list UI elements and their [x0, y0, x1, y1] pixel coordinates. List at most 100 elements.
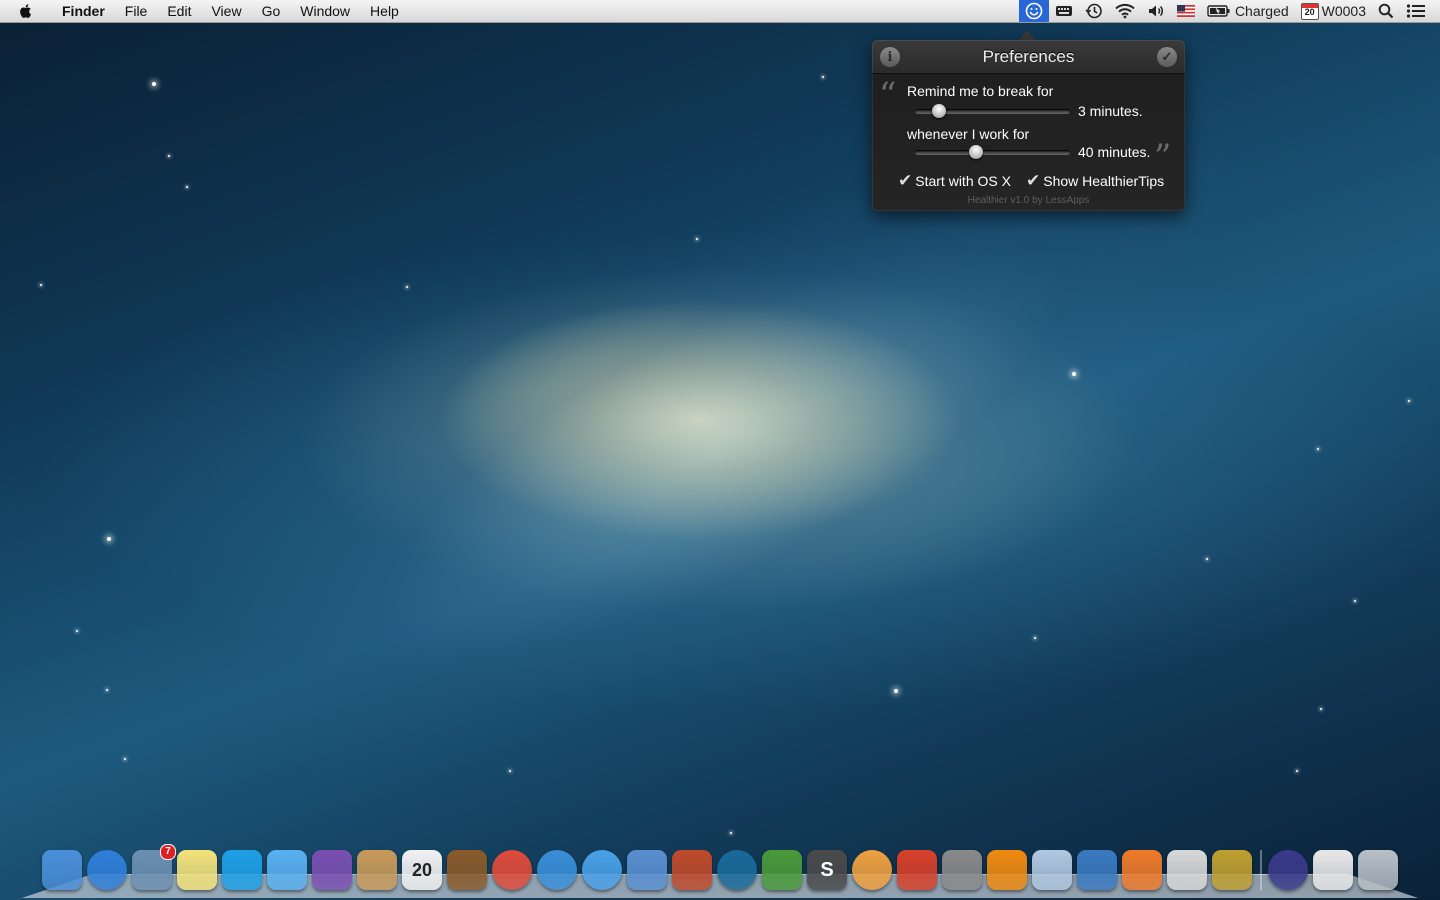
dock-icon-label: 20	[411, 859, 433, 880]
calendar-icon: 20	[1300, 2, 1319, 20]
dock-messages-icon[interactable]	[267, 850, 307, 890]
star	[894, 689, 898, 693]
dock-trash-icon[interactable]	[1358, 850, 1398, 890]
star	[1034, 637, 1036, 639]
star	[1296, 770, 1298, 772]
menu-file[interactable]: File	[115, 0, 158, 22]
battery-text: Charged	[1234, 3, 1289, 19]
checkmark-icon: ✔	[898, 171, 913, 191]
dock-wizard-icon[interactable]	[312, 850, 352, 890]
dock-app-store-icon[interactable]	[87, 850, 127, 890]
checkmark-icon: ✔	[1026, 171, 1041, 191]
dock-utilities-icon[interactable]	[1167, 850, 1207, 890]
dock-xcode-icon[interactable]	[627, 850, 667, 890]
dock-calendar-icon[interactable]: 20	[402, 850, 442, 890]
dock-photo-booth-icon[interactable]	[447, 850, 487, 890]
star	[107, 537, 111, 541]
dock-sourcetree-icon[interactable]	[717, 850, 757, 890]
star	[1320, 708, 1322, 710]
keyboard-icon[interactable]	[1049, 0, 1079, 22]
wifi-icon[interactable]	[1109, 0, 1141, 22]
dock-virtualbox-icon[interactable]	[1077, 850, 1117, 890]
star	[186, 186, 188, 188]
star	[1206, 558, 1208, 560]
time-machine-icon[interactable]	[1079, 0, 1109, 22]
healthier-icon[interactable]	[1018, 0, 1049, 22]
dock-eclipse-icon[interactable]	[1268, 850, 1308, 890]
star	[40, 284, 42, 286]
menu-view[interactable]: View	[201, 0, 251, 22]
dock-safari-icon[interactable]	[537, 850, 577, 890]
break-label: Remind me to break for	[907, 83, 1054, 99]
work-value: 40 minutes.	[1078, 144, 1151, 160]
work-label: whenever I work for	[907, 126, 1030, 142]
dock-icon-label: S	[820, 858, 834, 881]
dock-stickies-icon[interactable]	[177, 850, 217, 890]
dock-globe-app-icon[interactable]	[852, 850, 892, 890]
menu-go[interactable]: Go	[252, 0, 291, 22]
volume-icon[interactable]	[1141, 0, 1171, 22]
star	[406, 286, 408, 288]
star	[1072, 372, 1076, 376]
popover-header: i Preferences ✓	[872, 40, 1185, 74]
start-with-os-label: Start with OS X	[915, 173, 1011, 189]
break-value: 3 minutes.	[1078, 103, 1143, 119]
dock-documents-icon[interactable]	[1313, 850, 1353, 890]
start-with-os-checkbox[interactable]: ✔ Start with OS X	[898, 171, 1011, 191]
dock-vlc-icon[interactable]	[987, 850, 1027, 890]
notification-badge: 7	[160, 844, 176, 860]
dock-contacts-icon[interactable]	[357, 850, 397, 890]
open-quote-icon: “	[879, 75, 897, 115]
dock-chrome-icon[interactable]	[492, 850, 532, 890]
popover-footer: Healthier v1.0 by LessApps	[967, 195, 1090, 206]
work-slider[interactable]	[915, 145, 1070, 159]
popover-title: Preferences	[982, 46, 1075, 66]
menu-edit[interactable]: Edit	[157, 0, 201, 22]
dock: 7 20 S	[42, 844, 1403, 890]
dock-separator	[1260, 850, 1262, 890]
dock-xampp-icon[interactable]	[1122, 850, 1162, 890]
star	[1408, 400, 1410, 402]
menu-help[interactable]: Help	[360, 0, 409, 22]
show-tips-checkbox[interactable]: ✔ Show HealthierTips	[1026, 171, 1164, 191]
dock-sequel-icon[interactable]	[672, 850, 712, 890]
star	[696, 238, 698, 240]
work-slider-thumb[interactable]	[968, 145, 983, 159]
dock-textwrangler-icon[interactable]	[762, 850, 802, 890]
star	[124, 758, 126, 760]
star	[1317, 448, 1319, 450]
dock-system-preferences-icon[interactable]	[942, 850, 982, 890]
break-slider-thumb[interactable]	[931, 104, 946, 118]
battery-status[interactable]: Charged	[1201, 0, 1295, 22]
star	[76, 630, 78, 632]
notification-center-icon[interactable]	[1400, 0, 1440, 22]
apple-menu-icon[interactable]	[18, 3, 34, 19]
dock-finder-icon[interactable]	[42, 850, 82, 890]
menu-app-name[interactable]: Finder	[52, 0, 115, 22]
close-quote-icon: ”	[1154, 137, 1172, 177]
star	[730, 832, 732, 834]
star	[1354, 600, 1356, 602]
star	[509, 770, 511, 772]
star	[168, 155, 170, 157]
week-calendar[interactable]: 20 W0003	[1295, 0, 1372, 22]
dock-forklift-icon[interactable]	[1212, 850, 1252, 890]
status-menu-area: Charged 20 W0003	[1018, 0, 1440, 22]
battery-icon	[1207, 5, 1230, 17]
dock-preview-icon[interactable]	[1032, 850, 1072, 890]
dock-mail-icon[interactable]: 7	[132, 844, 176, 890]
info-icon[interactable]: i	[880, 47, 900, 67]
spotlight-icon[interactable]	[1372, 0, 1400, 22]
break-slider[interactable]	[915, 104, 1070, 118]
star	[106, 689, 108, 691]
dock-sublime-text-icon[interactable]: S	[807, 850, 847, 890]
done-check-icon[interactable]: ✓	[1157, 47, 1177, 67]
dock-wunderlist-icon[interactable]	[897, 850, 937, 890]
dock-itunes-icon[interactable]	[582, 850, 622, 890]
week-label: W0003	[1321, 3, 1366, 19]
star	[152, 82, 156, 86]
menu-bar: Finder File Edit View Go Window Help Cha…	[0, 0, 1440, 23]
menu-window[interactable]: Window	[290, 0, 360, 22]
us-flag-icon[interactable]	[1171, 0, 1201, 22]
dock-skype-icon[interactable]	[222, 850, 262, 890]
